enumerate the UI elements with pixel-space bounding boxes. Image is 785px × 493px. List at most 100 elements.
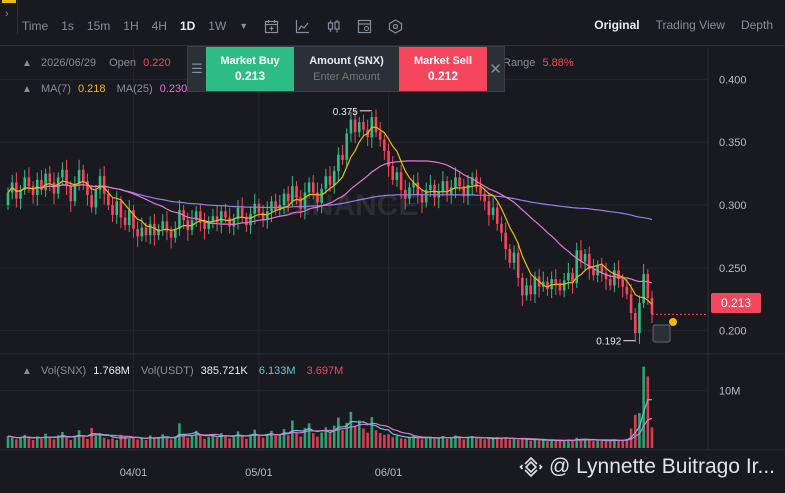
market-sell-button[interactable]: Market Sell 0.212 <box>399 47 487 91</box>
legend-range-label: Range <box>503 57 536 69</box>
candle-body <box>81 169 85 182</box>
volume-bar <box>261 437 265 448</box>
volume-bar <box>165 438 169 448</box>
volume-bar <box>157 437 160 448</box>
volume-bar <box>512 438 516 448</box>
volume-bar <box>341 430 344 448</box>
candle-body <box>127 210 131 226</box>
amount-input[interactable] <box>298 71 395 83</box>
vol-ma2-value: 3.697M <box>306 365 344 377</box>
volume-bar <box>462 439 466 448</box>
timeframe-1w[interactable]: 1W <box>208 19 226 33</box>
volume-bar <box>81 435 85 448</box>
candle-body <box>633 313 637 334</box>
volume-bar <box>10 437 14 448</box>
volume-bar <box>15 439 18 448</box>
volume-bar <box>173 437 177 448</box>
timeframe-4h[interactable]: 4H <box>152 19 167 33</box>
candle-body <box>324 176 328 189</box>
amount-label: Amount (SNX) <box>309 55 384 67</box>
timeframe-1s[interactable]: 1s <box>61 19 74 33</box>
chart-area[interactable]: BINANCE 0.400 0.350 0.300 0.250 0.200 04/01 05/… <box>0 46 785 493</box>
volume-bar <box>508 439 512 448</box>
volume-bar <box>617 440 620 448</box>
drag-handle-icon[interactable]: ☰ <box>188 47 206 91</box>
candle-body <box>638 303 641 334</box>
volume-bar <box>291 420 294 448</box>
ma25-value: 0.230 <box>159 83 188 95</box>
candle-body <box>311 182 315 193</box>
timeframe-1h[interactable]: 1H <box>123 19 138 33</box>
candle-body <box>161 221 165 229</box>
volume-bar <box>608 440 612 448</box>
sidebar-toggle[interactable]: › <box>0 0 18 34</box>
market-sell-label: Market Sell <box>413 55 473 67</box>
close-icon[interactable]: ✕ <box>487 47 504 91</box>
candle-body <box>94 189 98 208</box>
volume-bar <box>203 438 206 448</box>
volume-bar <box>571 440 574 448</box>
ma-legend: ▲ MA(7) 0.218 MA(25) 0.230 <box>22 83 195 95</box>
ma7-value: 0.218 <box>77 83 106 95</box>
candle-body <box>341 154 344 160</box>
candle-body <box>286 193 290 202</box>
timeframe-time[interactable]: Time <box>22 19 48 33</box>
timeframe-1d[interactable]: 1D <box>180 19 195 33</box>
caret-down-icon[interactable]: ▼ <box>239 21 248 31</box>
candle-body <box>27 177 31 187</box>
volume-bar <box>362 428 365 448</box>
chart-settings-icon[interactable] <box>357 19 372 34</box>
collapse-ma-icon[interactable]: ▲ <box>22 84 32 95</box>
volume-bar <box>31 439 35 448</box>
view-trading-view[interactable]: Trading View <box>656 18 725 32</box>
candle-body <box>495 207 499 224</box>
volume-bar <box>328 433 332 448</box>
candle-body <box>257 203 261 213</box>
candle-body <box>349 119 353 134</box>
candle-body <box>203 222 206 229</box>
volume-bar <box>550 439 553 448</box>
candle-body <box>608 279 612 286</box>
volume-bar <box>337 417 340 448</box>
x-tick-label: 05/01 <box>245 467 273 479</box>
volume-bar <box>111 438 114 448</box>
timeframe-bar: Time 1s 15m 1H 4H 1D 1W ▼ <box>22 18 419 34</box>
timeframe-15m[interactable]: 15m <box>87 19 110 33</box>
order-book-icon <box>652 324 671 343</box>
candle-body <box>562 280 566 291</box>
candle-body <box>592 269 595 276</box>
candle-body <box>646 274 650 298</box>
y-tick-label: 0.200 <box>719 326 747 338</box>
volume-bar <box>73 436 77 448</box>
candle-body <box>391 166 395 180</box>
volume-bar <box>307 423 311 448</box>
ma25-label: MA(25) <box>116 83 153 95</box>
view-original[interactable]: Original <box>594 18 639 32</box>
volume-bar <box>491 438 495 448</box>
candle-body <box>261 212 265 221</box>
collapse-legend-icon[interactable]: ▲ <box>22 58 32 69</box>
volume-bar <box>420 439 424 448</box>
calendar-icon[interactable] <box>264 19 279 34</box>
volume-bar <box>387 434 390 448</box>
volume-bar <box>19 437 22 448</box>
market-buy-button[interactable]: Market Buy 0.213 <box>206 47 294 91</box>
legend-range: Range 5.88% <box>503 57 586 69</box>
volume-bar <box>107 439 110 448</box>
volume-bar <box>562 439 566 448</box>
collapse-volume-icon[interactable]: ▲ <box>22 366 32 377</box>
volume-bar <box>646 376 650 448</box>
volume-tick-label: 10M <box>719 386 740 398</box>
volume-bar <box>27 438 31 448</box>
volume-bar <box>366 432 369 448</box>
volume-bar <box>558 441 562 448</box>
candle-body <box>454 177 457 188</box>
price-chart[interactable]: BINANCE 0.400 0.350 0.300 0.250 0.200 04/01 05/… <box>0 46 785 493</box>
volume-bar <box>395 435 399 448</box>
indicator-icon[interactable] <box>388 18 403 34</box>
candlestick-icon[interactable] <box>326 19 341 34</box>
view-depth[interactable]: Depth <box>741 18 773 32</box>
line-chart-icon[interactable] <box>295 19 310 34</box>
volume-bar <box>286 435 290 448</box>
candle-body <box>337 154 340 172</box>
